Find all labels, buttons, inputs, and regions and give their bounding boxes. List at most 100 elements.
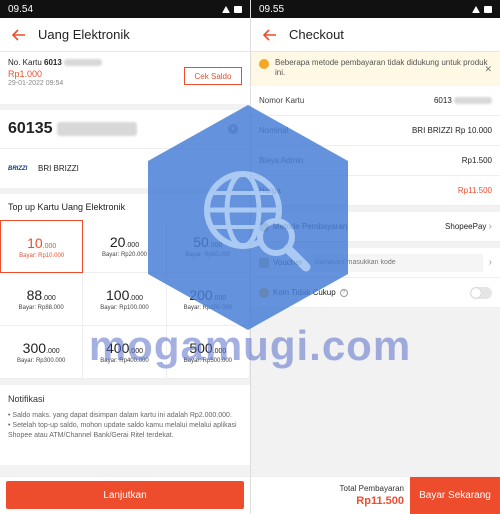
option-amount: 10: [27, 234, 43, 251]
provider-row[interactable]: BRIZZI BRI BRIZZI: [0, 148, 250, 188]
option-amount: 20: [109, 234, 126, 250]
option-price: Bayar: Rp500.000: [183, 358, 233, 364]
metode-label: Metode Pembayaran: [273, 222, 348, 231]
option-amount: 50: [193, 234, 209, 250]
status-icons: [222, 5, 242, 13]
row-value: Rp11.500: [457, 186, 492, 195]
card-number-input[interactable]: 60135 ×: [0, 110, 250, 148]
lanjutkan-button[interactable]: Lanjutkan: [6, 481, 244, 509]
back-arrow-icon[interactable]: [259, 24, 281, 46]
card-number-label: No. Kartu: [8, 58, 42, 67]
topup-option-300000[interactable]: 300.000 Bayar: Rp300.000: [0, 326, 84, 379]
topup-option-10000[interactable]: 10.000 Bayar: Rp10.000: [0, 220, 84, 273]
option-price: Bayar: Rp88.000: [18, 305, 64, 311]
cek-saldo-button[interactable]: Cek Saldo: [184, 67, 242, 85]
metode-value: ShopeePay: [445, 222, 487, 231]
notifikasi-title: Notifikasi: [8, 394, 45, 404]
option-amount: 400: [106, 340, 130, 356]
chevron-right-icon[interactable]: ›: [489, 257, 492, 268]
option-suffix: .000: [212, 295, 227, 302]
topup-option-500000[interactable]: 500.000 Bayar: Rp500.000: [166, 326, 250, 379]
topup-option-200000[interactable]: 200.000 Bayar: Rp200.000: [166, 273, 250, 326]
back-arrow-icon[interactable]: [8, 24, 30, 46]
status-time: 09.54: [8, 3, 34, 15]
voucher-icon: [259, 257, 269, 268]
option-suffix: .000: [42, 295, 56, 302]
total-section: Total Pembayaran Rp11.500: [251, 477, 410, 514]
left-screen: 09.54 Uang Elektronik No. Kartu 6013 Rp1…: [0, 0, 250, 514]
row-value: 6013: [433, 96, 452, 105]
topup-option-50000[interactable]: 50.000 Bayar: Rp50.000: [166, 220, 250, 273]
voucher-input[interactable]: [308, 253, 483, 272]
option-suffix: .000: [208, 242, 223, 249]
bottom-bar: Lanjutkan: [0, 476, 250, 514]
total-label: Total Pembayaran: [339, 484, 404, 493]
option-amount: 100: [106, 287, 130, 303]
koin-label: Koin Tidak Cukup: [273, 288, 336, 297]
option-amount: 88: [26, 287, 43, 303]
bell-icon: [259, 59, 269, 69]
row-value: BRI BRIZZI Rp 10.000: [411, 126, 492, 135]
masked-number: [64, 59, 103, 67]
bayar-sekarang-button[interactable]: Bayar Sekarang: [410, 477, 500, 514]
row-label: Harga: [259, 186, 281, 195]
payment-warning: Beberapa metode pembayaran tidak didukun…: [251, 52, 500, 86]
option-price: Bayar: Rp20.000: [101, 252, 147, 258]
info-icon[interactable]: ?: [339, 288, 348, 297]
row-value: Rp1.500: [461, 156, 492, 165]
option-suffix: .000: [125, 242, 140, 249]
topup-grid: 10.000 Bayar: Rp10.000 20.000 Bayar: Rp2…: [0, 220, 250, 379]
metode-pembayaran-row[interactable]: Metode Pembayaran ShopeePay ›: [251, 212, 500, 242]
notifikasi-section: Notifikasi • Saldo maks. yang dapat disi…: [0, 385, 250, 465]
row-label: Nomor Kartu: [259, 96, 305, 105]
option-price: Bayar: Rp50.000: [185, 252, 231, 258]
card-number-prefix: 6013: [44, 58, 62, 67]
card-summary: No. Kartu 6013 Rp1.000 29-01-2022 09:54 …: [0, 52, 250, 104]
row-nomor-kartu: Nomor Kartu 6013: [251, 86, 500, 116]
app-bar: Uang Elektronik: [0, 18, 250, 52]
voucher-row: Voucher ›: [251, 248, 500, 278]
status-time: 09.55: [259, 3, 285, 15]
option-price: Bayar: Rp300.000: [16, 358, 66, 364]
option-suffix: .000: [46, 348, 60, 355]
notifikasi-line: • Setelah top-up saldo, mohon update sal…: [8, 422, 237, 440]
row-label: Biaya Admin: [259, 156, 304, 165]
option-price: Bayar: Rp200.000: [183, 305, 233, 311]
koin-toggle[interactable]: [470, 286, 492, 299]
close-icon[interactable]: ✕: [484, 64, 492, 76]
status-bar: 09.55: [251, 0, 500, 18]
voucher-label: Voucher: [273, 258, 303, 267]
row-harga: Harga Rp11.500: [251, 176, 500, 206]
battery-icon: [234, 5, 242, 13]
option-suffix: .000: [129, 295, 143, 302]
battery-icon: [484, 5, 492, 13]
wallet-icon: [259, 221, 269, 232]
topup-option-100000[interactable]: 100.000 Bayar: Rp100.000: [83, 273, 167, 326]
coin-icon: [259, 287, 269, 298]
total-value: Rp11.500: [356, 495, 404, 507]
notifikasi-line: • Saldo maks. yang dapat disimpan dalam …: [8, 412, 232, 420]
topup-option-20000[interactable]: 20.000 Bayar: Rp20.000: [83, 220, 167, 273]
topup-title: Top up Kartu Uang Elektronik: [0, 194, 250, 220]
warning-text: Beberapa metode pembayaran tidak didukun…: [275, 58, 488, 78]
masked-number: [56, 122, 137, 136]
card-number-value: 60135: [8, 120, 53, 137]
provider-name: BRI BRIZZI: [38, 164, 79, 173]
page-title: Uang Elektronik: [38, 27, 130, 42]
row-nominal: Nominal BRI BRIZZI Rp 10.000: [251, 116, 500, 146]
option-suffix: .000: [212, 348, 227, 355]
option-amount: 300: [22, 340, 47, 356]
brizzi-logo: BRIZZI: [8, 165, 28, 172]
option-amount: 500: [189, 340, 213, 356]
option-price: Bayar: Rp10.000: [19, 252, 65, 259]
signal-icon: [222, 5, 230, 13]
clear-icon[interactable]: ×: [228, 124, 238, 134]
status-bar: 09.54: [0, 0, 250, 18]
topup-option-400000[interactable]: 400.000 Bayar: Rp400.000: [83, 326, 167, 379]
status-icons: [472, 5, 492, 13]
option-price: Bayar: Rp100.000: [100, 305, 149, 311]
topup-option-88000[interactable]: 88.000 Bayar: Rp88.000: [0, 273, 84, 326]
option-price: Bayar: Rp400.000: [100, 358, 149, 364]
checkout-bar: Total Pembayaran Rp11.500 Bayar Sekarang: [251, 476, 500, 514]
chevron-right-icon: ›: [488, 221, 492, 232]
